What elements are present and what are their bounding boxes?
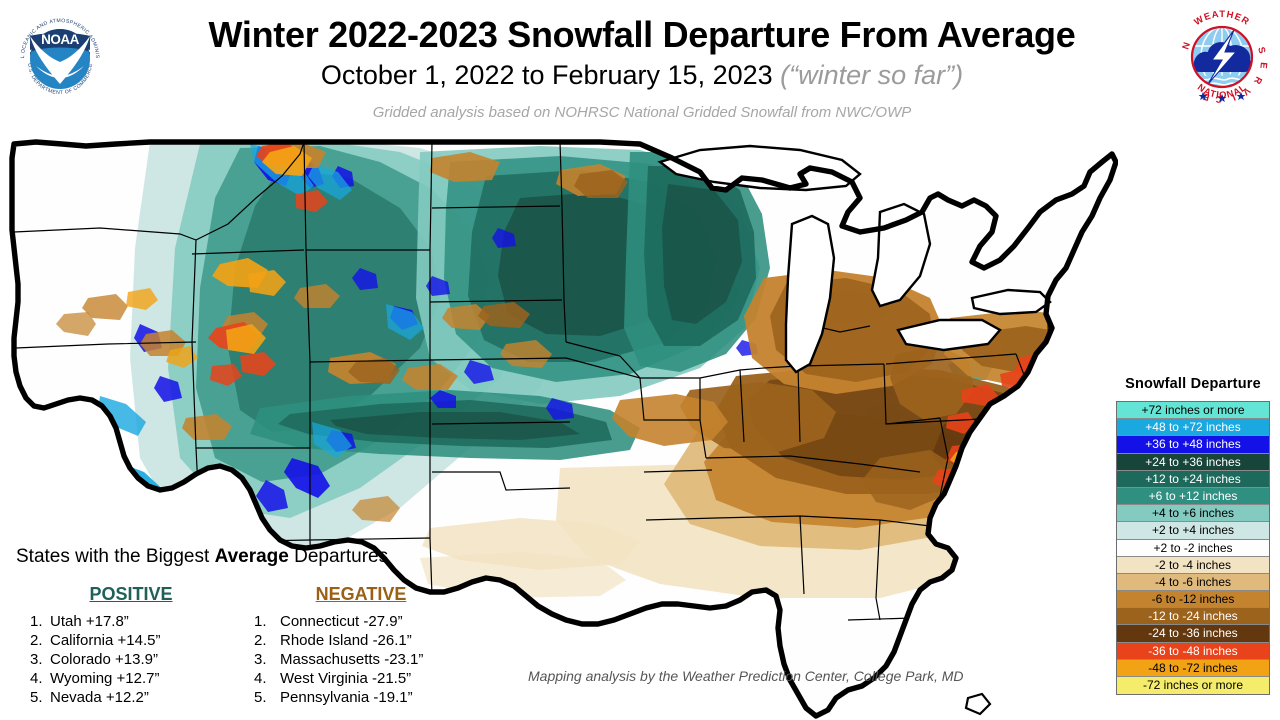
page-subtitle: October 1, 2022 to February 15, 2023 (“w…	[112, 60, 1172, 91]
rankings-heading-pre: States with the Biggest	[16, 546, 215, 567]
rankings-negative-title: NEGATIVE	[315, 584, 407, 604]
ranking-number: 3.	[30, 651, 43, 668]
ranking-item: 1. Utah +17.8”	[16, 612, 246, 631]
ranking-number: 4.	[254, 670, 267, 687]
rankings-columns: POSITIVE 1. Utah +17.8” 2. California +14.5…	[16, 584, 476, 707]
page-header: NATIONAL OCEANIC AND ATMOSPHERIC ADMINIS…	[0, 0, 1280, 130]
nws-logo: WEATHER NATIONAL N S E R V I C E	[1179, 8, 1270, 106]
ranking-item: 5. Pennsylvania -19.1”	[246, 688, 476, 707]
legend-row-label: -72 inches or more	[1142, 678, 1244, 692]
state-rankings: States with the Biggest Average Departur…	[16, 546, 476, 707]
page-title: Winter 2022-2023 Snowfall Departure From…	[208, 14, 1076, 55]
ranking-state-value: Rhode Island -26.1”	[280, 632, 412, 649]
legend-row-label: -12 to -24 inches	[1148, 609, 1238, 624]
legend-row: -6 to -12 inches	[1117, 591, 1269, 609]
ranking-number: 2.	[30, 632, 43, 649]
legend-row-label: -4 to -6 inches	[1154, 574, 1232, 589]
legend-title: Snowfall Departure	[1125, 376, 1261, 392]
legend-row-label: +36 to +48 inches	[1145, 437, 1241, 452]
ranking-number: 4.	[30, 670, 43, 687]
ranking-state-value: Connecticut -27.9”	[280, 613, 403, 630]
legend-row: +24 to +36 inches	[1117, 453, 1269, 471]
ranking-state-value: Massachusetts -23.1”	[280, 651, 424, 668]
legend-row: -72 inches or more	[1117, 677, 1269, 695]
ranking-item: 2. California +14.5”	[16, 631, 246, 650]
legend-row: +6 to +12 inches	[1117, 487, 1269, 506]
ranking-state-value: Colorado +13.9”	[50, 651, 158, 668]
ranking-item: 4. West Virginia -21.5”	[246, 669, 476, 688]
legend-row: -2 to -4 inches	[1117, 556, 1269, 574]
rankings-column-positive: POSITIVE 1. Utah +17.8” 2. California +14.5…	[16, 584, 246, 707]
ranking-state-value: Pennsylvania -19.1”	[280, 689, 413, 706]
legend-row-label: +2 to -2 inches	[1153, 540, 1233, 555]
svg-text:E: E	[1258, 62, 1270, 69]
legend-row-label: +72 inches or more	[1141, 403, 1245, 417]
ranking-item: 5. Nevada +12.2”	[16, 688, 246, 707]
legend-row: +72 inches or more	[1117, 402, 1269, 420]
ranking-number: 3.	[254, 651, 267, 668]
noaa-logo: NATIONAL OCEANIC AND ATMOSPHERIC ADMINIS…	[14, 6, 100, 97]
rankings-heading-post: Departures	[288, 546, 389, 567]
legend-row-label: -48 to -72 inches	[1148, 660, 1238, 675]
mapping-credit: Mapping analysis by the Weather Predicti…	[528, 668, 964, 684]
legend-row: +4 to +6 inches	[1117, 505, 1269, 523]
legend-row: +2 to -2 inches	[1117, 539, 1269, 557]
subtitle-note: (“winter so far”)	[780, 60, 964, 90]
rankings-heading-bold: Average	[214, 546, 289, 567]
legend-row: +36 to +48 inches	[1117, 436, 1269, 454]
legend-row-label: +12 to +24 inches	[1145, 471, 1241, 486]
legend-row: +12 to +24 inches	[1117, 470, 1269, 488]
rankings-heading: States with the Biggest Average Departur…	[16, 546, 476, 568]
ranking-state-value: Nevada +12.2”	[50, 689, 149, 706]
ranking-item: 4. Wyoming +12.7”	[16, 669, 246, 688]
ranking-item: 3. Massachusetts -23.1”	[246, 650, 476, 669]
legend-row-label: -24 to -36 inches	[1148, 626, 1238, 641]
legend-row-label: -36 to -48 inches	[1148, 643, 1238, 658]
legend-row-label: +48 to +72 inches	[1145, 420, 1241, 435]
ranking-number: 5.	[30, 689, 43, 706]
rankings-column-negative: NEGATIVE 1. Connecticut -27.9” 2. Rhode Isl…	[246, 584, 476, 707]
ranking-number: 5.	[254, 689, 267, 706]
ranking-item: 2. Rhode Island -26.1”	[246, 631, 476, 650]
subtitle-date-range: October 1, 2022 to February 15, 2023	[320, 60, 781, 90]
legend-row: -12 to -24 inches	[1117, 608, 1269, 626]
svg-text:NOAA: NOAA	[41, 32, 79, 47]
rankings-positive-title: POSITIVE	[89, 584, 173, 604]
ranking-state-value: Wyoming +12.7”	[50, 670, 160, 687]
rankings-positive-list: 1. Utah +17.8” 2. California +14.5” 3. Colora…	[16, 612, 246, 707]
ranking-state-value: California +14.5”	[50, 632, 161, 649]
legend-row: -4 to -6 inches	[1117, 573, 1269, 592]
legend-row: +48 to +72 inches	[1117, 419, 1269, 437]
ranking-number: 1.	[30, 613, 43, 630]
ranking-item: 3. Colorado +13.9”	[16, 650, 246, 669]
legend-row: +2 to +4 inches	[1117, 522, 1269, 540]
ranking-item: 1. Connecticut -27.9”	[246, 612, 476, 631]
legend-swatch-list: +72 inches or more +48 to +72 inches +36 t…	[1116, 401, 1270, 696]
ranking-state-value: West Virginia -21.5”	[280, 670, 412, 687]
legend-row: -48 to -72 inches	[1117, 659, 1269, 677]
ranking-number: 2.	[254, 632, 267, 649]
legend-row-label: -6 to -12 inches	[1151, 592, 1235, 607]
ranking-number: 1.	[254, 613, 267, 630]
legend-row-label: +4 to +6 inches	[1151, 506, 1235, 521]
legend-row: -36 to -48 inches	[1117, 642, 1269, 660]
lake-okeechobee	[964, 692, 992, 716]
map-legend: Snowfall Departure +72 inches or more +48…	[1108, 376, 1278, 696]
source-attribution: Gridded analysis based on NOHRSC Nationa…	[372, 104, 912, 121]
rankings-negative-list: 1. Connecticut -27.9” 2. Rhode Island -26.1…	[246, 612, 476, 707]
legend-row-label: +6 to +12 inches	[1148, 488, 1238, 503]
ranking-state-value: Utah +17.8”	[50, 613, 129, 630]
legend-row-label: +24 to +36 inches	[1145, 454, 1241, 469]
legend-row-label: +2 to +4 inches	[1151, 523, 1235, 538]
legend-row: -24 to -36 inches	[1117, 625, 1269, 643]
legend-row-label: -2 to -4 inches	[1154, 557, 1232, 572]
